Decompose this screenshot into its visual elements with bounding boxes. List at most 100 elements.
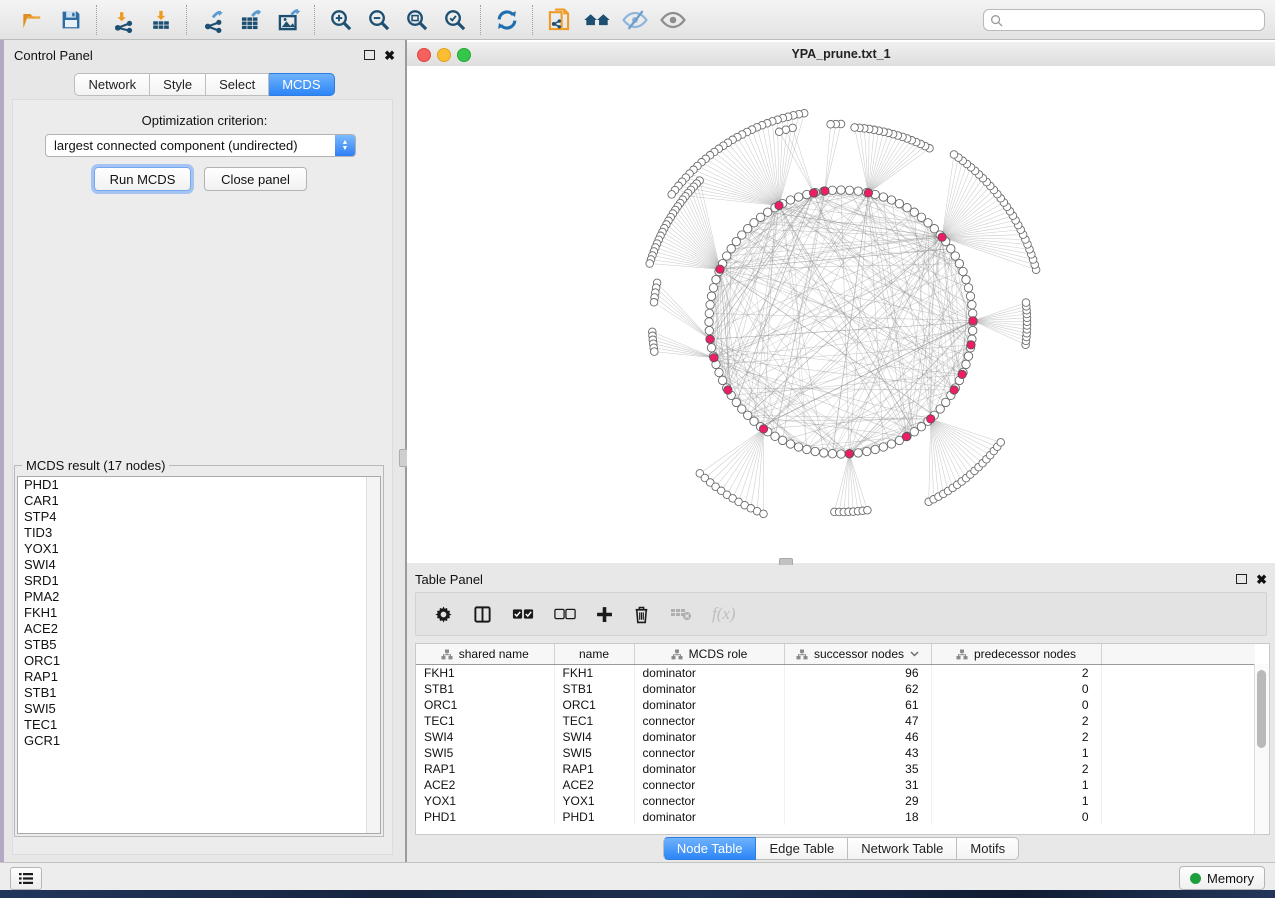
column-header-shared-name[interactable]: shared name [416, 644, 554, 665]
tab-select[interactable]: Select [206, 73, 269, 96]
function-builder-icon: f(x) [712, 604, 736, 624]
settings-gear-icon[interactable] [434, 605, 453, 624]
table-scrollbar[interactable] [1254, 664, 1269, 834]
tab-mcds[interactable]: MCDS [269, 73, 334, 96]
save-button[interactable] [56, 5, 86, 35]
tab-node-table[interactable]: Node Table [663, 837, 757, 860]
list-icon [18, 872, 34, 885]
close-panel-icon[interactable]: ✖ [1256, 573, 1267, 586]
table-row[interactable]: RAP1RAP1dominator352 [416, 761, 1255, 777]
column-header-name[interactable]: name [554, 644, 634, 665]
list-scrollbar[interactable] [366, 477, 380, 833]
list-item[interactable]: SWI4 [18, 557, 380, 573]
close-panel-button[interactable]: Close panel [204, 167, 307, 191]
memory-status-icon [1190, 873, 1201, 884]
zoom-fit-button[interactable] [402, 5, 432, 35]
table-row[interactable]: ACE2ACE2connector311 [416, 777, 1255, 793]
table-row[interactable]: PHD1PHD1dominator180 [416, 809, 1255, 825]
duplicate-network-button[interactable] [544, 5, 574, 35]
list-item[interactable]: PMA2 [18, 589, 380, 605]
float-panel-icon[interactable] [364, 50, 375, 60]
zoom-out-button[interactable] [364, 5, 394, 35]
hide-selected-button[interactable] [620, 5, 650, 35]
network-canvas[interactable] [407, 66, 1275, 563]
deselect-all-icon[interactable] [554, 607, 576, 621]
export-table-icon [238, 7, 264, 33]
memory-label: Memory [1207, 871, 1254, 886]
import-table-button[interactable] [146, 5, 176, 35]
table-row[interactable]: YOX1YOX1connector291 [416, 793, 1255, 809]
list-item[interactable]: CAR1 [18, 493, 380, 509]
list-item[interactable]: ACE2 [18, 621, 380, 637]
table-panel: Table Panel ✖ f(x) shared name name MCDS… [407, 565, 1275, 862]
eye-slash-icon [621, 7, 649, 33]
table-row[interactable]: FKH1FKH1dominator962 [416, 665, 1255, 682]
refresh-button[interactable] [492, 5, 522, 35]
float-panel-icon[interactable] [1236, 574, 1247, 584]
list-item[interactable]: PHD1 [18, 477, 380, 493]
table-row[interactable]: SWI5SWI5connector431 [416, 745, 1255, 761]
optimization-criterion-label: Optimization criterion: [4, 113, 405, 128]
table-row[interactable]: SWI4SWI4dominator462 [416, 729, 1255, 745]
column-header-predecessor-nodes[interactable]: predecessor nodes [931, 644, 1101, 665]
criterion-select[interactable]: largest connected component (undirected)… [45, 134, 356, 157]
list-item[interactable]: SWI5 [18, 701, 380, 717]
run-mcds-button[interactable]: Run MCDS [94, 167, 191, 191]
search-input[interactable] [983, 9, 1265, 31]
memory-button[interactable]: Memory [1179, 866, 1265, 890]
table-row[interactable]: TEC1TEC1connector472 [416, 713, 1255, 729]
table-header-row: shared name name MCDS role successor nod… [416, 644, 1255, 665]
import-network-button[interactable] [108, 5, 138, 35]
status-bar: Memory [0, 862, 1275, 890]
table-row[interactable]: STB1STB1dominator620 [416, 681, 1255, 697]
select-stepper-icon: ▲▼ [335, 135, 355, 156]
first-neighbors-button[interactable] [582, 5, 612, 35]
column-header-mcds-role[interactable]: MCDS role [634, 644, 784, 665]
node-table-grid: shared name name MCDS role successor nod… [416, 644, 1255, 825]
export-image-button[interactable] [274, 5, 304, 35]
zoom-in-icon [328, 7, 354, 33]
delete-column-icon[interactable] [633, 605, 650, 624]
list-item[interactable]: TEC1 [18, 717, 380, 733]
duplicate-network-icon [546, 7, 572, 33]
list-item[interactable]: STB1 [18, 685, 380, 701]
tab-edge-table[interactable]: Edge Table [756, 837, 848, 860]
zoom-in-button[interactable] [326, 5, 356, 35]
refresh-icon [494, 7, 520, 33]
list-item[interactable]: ORC1 [18, 653, 380, 669]
network-graph[interactable] [407, 66, 1275, 563]
list-item[interactable]: SRD1 [18, 573, 380, 589]
export-network-icon [200, 7, 226, 33]
mcds-result-list: PHD1 CAR1 STP4 TID3 YOX1 SWI4 SRD1 PMA2 … [17, 476, 381, 834]
network-view-window: YPA_prune.txt_1 [407, 40, 1275, 563]
column-browser-icon[interactable] [473, 605, 492, 624]
show-all-button[interactable] [658, 5, 688, 35]
list-item[interactable]: STP4 [18, 509, 380, 525]
select-all-icon[interactable] [512, 607, 534, 621]
show-panels-button[interactable] [10, 867, 42, 890]
list-item[interactable]: STB5 [18, 637, 380, 653]
tab-network-table[interactable]: Network Table [848, 837, 957, 860]
tab-style[interactable]: Style [150, 73, 206, 96]
list-item[interactable]: FKH1 [18, 605, 380, 621]
list-item[interactable]: GCR1 [18, 733, 380, 749]
open-folder-button[interactable] [18, 5, 48, 35]
close-panel-icon[interactable]: ✖ [384, 49, 395, 62]
control-panel-tabs: Network Style Select MCDS [4, 73, 405, 96]
export-network-button[interactable] [198, 5, 228, 35]
zoom-selected-button[interactable] [440, 5, 470, 35]
table-scrollbar-thumb[interactable] [1257, 670, 1266, 748]
list-item[interactable]: RAP1 [18, 669, 380, 685]
network-window-titlebar[interactable]: YPA_prune.txt_1 [407, 42, 1275, 67]
desktop-wallpaper-strip [0, 890, 1275, 898]
tab-motifs[interactable]: Motifs [957, 837, 1019, 860]
tab-network[interactable]: Network [74, 73, 150, 96]
list-item[interactable]: TID3 [18, 525, 380, 541]
column-header-successor-nodes[interactable]: successor nodes [784, 644, 931, 665]
table-row[interactable]: ORC1ORC1dominator610 [416, 697, 1255, 713]
open-folder-icon [21, 8, 45, 32]
export-table-button[interactable] [236, 5, 266, 35]
add-column-icon[interactable] [596, 606, 613, 623]
zoom-out-icon [366, 7, 392, 33]
list-item[interactable]: YOX1 [18, 541, 380, 557]
